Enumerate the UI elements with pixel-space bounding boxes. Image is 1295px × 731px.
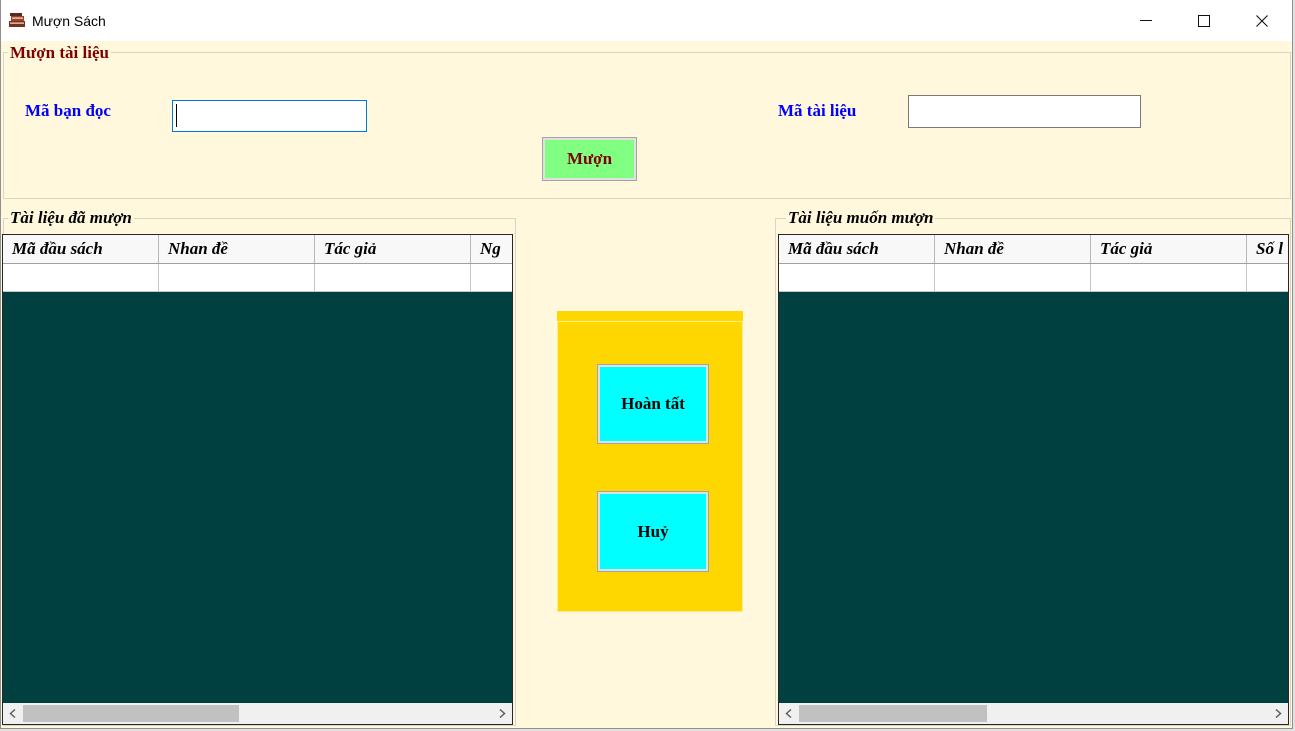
grid-header: Mã đầu sách Nhan đề Tác giả Ng	[3, 235, 512, 264]
scrollbar-thumb[interactable]	[23, 705, 239, 722]
table-cell[interactable]	[1091, 264, 1247, 292]
reader-id-input[interactable]	[172, 100, 367, 132]
close-icon	[1256, 15, 1268, 27]
grid-header: Mã đầu sách Nhan đề Tác giả Số l	[779, 235, 1288, 264]
scroll-right-button[interactable]	[1268, 703, 1288, 724]
table-cell[interactable]	[315, 264, 471, 292]
document-id-label: Mã tài liệu	[778, 101, 857, 120]
maximize-button[interactable]	[1175, 0, 1233, 41]
window-title: Mượn Sách	[32, 13, 106, 29]
chevron-left-icon	[785, 709, 792, 718]
horizontal-scrollbar[interactable]	[3, 703, 512, 724]
close-button[interactable]	[1233, 0, 1291, 41]
scrollbar-track[interactable]	[23, 703, 492, 724]
borrow-groupbox: Mượn tài liệu Mã bạn đọc Mã tài liệu Mượ…	[3, 43, 1291, 199]
scrollbar-thumb[interactable]	[799, 705, 987, 722]
chevron-right-icon	[1275, 709, 1282, 718]
books-icon	[8, 12, 26, 28]
column-header[interactable]: Ng	[471, 235, 512, 263]
borrowed-grid[interactable]: Mã đầu sách Nhan đề Tác giả Ng	[2, 234, 513, 725]
table-cell[interactable]	[935, 264, 1091, 292]
table-cell[interactable]	[159, 264, 315, 292]
table-cell[interactable]	[1247, 264, 1288, 292]
horizontal-scrollbar[interactable]	[779, 703, 1288, 724]
title-bar[interactable]: Mượn Sách	[0, 0, 1293, 41]
borrowed-group-title: Tài liệu đã mượn	[8, 208, 134, 228]
text-caret	[176, 104, 177, 127]
reader-id-label: Mã bạn đọc	[25, 101, 111, 120]
scroll-left-button[interactable]	[779, 703, 799, 724]
scrollbar-track[interactable]	[799, 703, 1268, 724]
wanted-group-title: Tài liệu muốn mượn	[786, 208, 936, 228]
column-header[interactable]: Tác giả	[1091, 235, 1247, 263]
borrowed-groupbox: Tài liệu đã mượn Mã đầu sách Nhan đề Tác…	[2, 208, 516, 726]
wanted-groupbox: Tài liệu muốn mượn Mã đầu sách Nhan đề T…	[775, 208, 1291, 726]
column-header[interactable]: Mã đầu sách	[3, 235, 159, 263]
chevron-right-icon	[499, 709, 506, 718]
table-cell[interactable]	[3, 264, 159, 292]
borrow-books-window: Mượn Sách Mượn tài liệu Mã bạn đọc Mã tà…	[0, 0, 1293, 729]
minimize-icon	[1140, 20, 1152, 21]
document-id-input[interactable]	[908, 95, 1141, 128]
borrow-group-title: Mượn tài liệu	[8, 43, 111, 63]
borrow-button[interactable]: Mượn	[542, 137, 637, 181]
cancel-button[interactable]: Huỷ	[597, 491, 709, 572]
action-panel: Hoàn tất Huỷ	[557, 311, 743, 612]
column-header[interactable]: Tác giả	[315, 235, 471, 263]
table-cell[interactable]	[471, 264, 512, 292]
minimize-button[interactable]	[1117, 0, 1175, 41]
column-header[interactable]: Nhan đề	[159, 235, 315, 263]
table-row[interactable]	[3, 264, 512, 292]
scroll-right-button[interactable]	[492, 703, 512, 724]
chevron-left-icon	[9, 709, 16, 718]
wanted-grid[interactable]: Mã đầu sách Nhan đề Tác giả Số l	[778, 234, 1289, 725]
complete-button[interactable]: Hoàn tất	[597, 364, 709, 444]
table-cell[interactable]	[779, 264, 935, 292]
table-row[interactable]	[779, 264, 1288, 292]
maximize-icon	[1198, 15, 1210, 27]
column-header[interactable]: Mã đầu sách	[779, 235, 935, 263]
column-header[interactable]: Nhan đề	[935, 235, 1091, 263]
scroll-left-button[interactable]	[3, 703, 23, 724]
column-header[interactable]: Số l	[1247, 235, 1288, 263]
